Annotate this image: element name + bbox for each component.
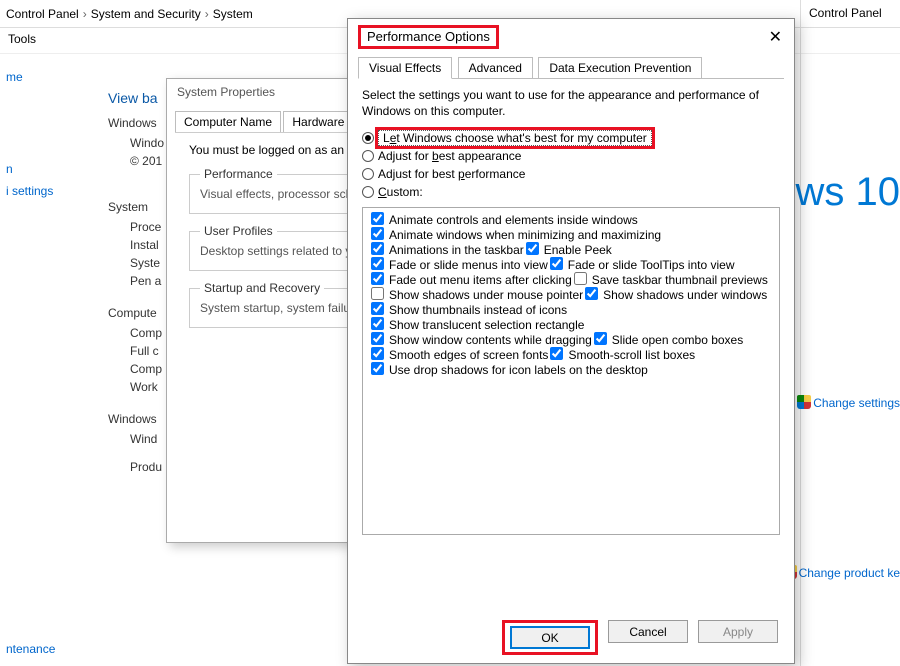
radio-icon (362, 168, 374, 180)
fieldset-legend: Startup and Recovery (200, 281, 324, 295)
option-checkbox[interactable] (550, 347, 563, 360)
option-label: Fade or slide menus into view (389, 258, 548, 272)
chevron-right-icon: › (83, 7, 87, 21)
option-checkbox[interactable] (585, 287, 598, 300)
visual-effects-list[interactable]: Animate controls and elements inside win… (362, 207, 780, 535)
option-label: Save taskbar thumbnail previews (592, 273, 768, 287)
option-checkbox[interactable] (371, 272, 384, 285)
option-checkbox[interactable] (371, 287, 384, 300)
option-label: Fade or slide ToolTips into view (568, 258, 735, 272)
breadcrumb-item[interactable]: System and Security (91, 7, 201, 21)
option-checkbox[interactable] (371, 257, 384, 270)
option-item[interactable]: Show thumbnails instead of icons (369, 302, 567, 318)
fieldset-legend: Performance (200, 167, 277, 181)
option-item[interactable]: Smooth edges of screen fonts (369, 347, 548, 363)
radio-icon (362, 186, 374, 198)
windows10-logo-text: ws 10 (796, 170, 900, 215)
search-label: Control Panel (809, 0, 900, 26)
option-label: Fade out menu items after clicking (389, 273, 572, 287)
option-item[interactable]: Animate windows when minimizing and maxi… (369, 227, 661, 243)
radio-best-appearance[interactable]: Adjust for best appearance (362, 147, 780, 165)
footer-link[interactable]: ntenance (6, 642, 55, 656)
change-product-key-link[interactable]: Change product ke (783, 565, 900, 580)
dialog-title: Performance Options (358, 25, 499, 49)
option-item[interactable]: Animate controls and elements inside win… (369, 212, 638, 228)
option-item[interactable]: Show window contents while dragging (369, 332, 592, 348)
option-item[interactable]: Fade out menu items after clicking (369, 272, 572, 288)
option-item[interactable]: Enable Peek (524, 242, 612, 258)
cancel-button[interactable]: Cancel (608, 620, 688, 643)
tab-dep[interactable]: Data Execution Prevention (538, 57, 702, 79)
option-label: Smooth-scroll list boxes (568, 348, 695, 362)
tab-hardware[interactable]: Hardware (283, 111, 353, 132)
option-checkbox[interactable] (371, 362, 384, 375)
dialog-button-row: OK Cancel Apply (348, 620, 794, 655)
radio-icon (362, 132, 374, 144)
option-label: Smooth edges of screen fonts (389, 348, 548, 362)
option-checkbox[interactable] (371, 212, 384, 225)
ok-button-highlight: OK (502, 620, 598, 655)
menu-tools[interactable]: Tools (8, 32, 36, 46)
option-checkbox[interactable] (371, 227, 384, 240)
option-label: Animations in the taskbar (389, 243, 524, 257)
breadcrumb-item[interactable]: System (213, 7, 253, 21)
option-label: Slide open combo boxes (612, 333, 743, 347)
option-label: Enable Peek (544, 243, 612, 257)
option-label: Use drop shadows for icon labels on the … (389, 363, 648, 377)
close-icon[interactable]: ✕ (763, 27, 788, 47)
chevron-right-icon: › (205, 7, 209, 21)
option-checkbox[interactable] (371, 242, 384, 255)
option-item[interactable]: Fade or slide menus into view (369, 257, 548, 273)
tab-bar: Visual Effects Advanced Data Execution P… (358, 57, 784, 79)
tab-advanced[interactable]: Advanced (458, 57, 533, 79)
option-item[interactable]: Fade or slide ToolTips into view (548, 257, 735, 273)
option-checkbox[interactable] (594, 332, 607, 345)
option-label: Show shadows under windows (603, 288, 767, 302)
cp-sidebar: me n i settings (0, 56, 100, 202)
ok-button[interactable]: OK (510, 626, 590, 649)
option-item[interactable]: Show shadows under mouse pointer (369, 287, 583, 303)
radio-best-performance[interactable]: Adjust for best performance (362, 165, 780, 183)
option-label: Show thumbnails instead of icons (389, 303, 567, 317)
option-checkbox[interactable] (526, 242, 539, 255)
option-checkbox[interactable] (574, 272, 587, 285)
option-checkbox[interactable] (371, 347, 384, 360)
option-checkbox[interactable] (371, 317, 384, 330)
option-label: Show window contents while dragging (389, 333, 592, 347)
option-checkbox[interactable] (371, 302, 384, 315)
breadcrumb-item[interactable]: Control Panel (6, 7, 79, 21)
option-label: Animate controls and elements inside win… (389, 213, 638, 227)
option-item[interactable]: Smooth-scroll list boxes (548, 347, 695, 363)
option-checkbox[interactable] (371, 332, 384, 345)
shield-icon (797, 395, 811, 409)
option-checkbox[interactable] (550, 257, 563, 270)
sidebar-link[interactable]: me (6, 70, 23, 84)
option-label: Show shadows under mouse pointer (389, 288, 583, 302)
radio-custom[interactable]: Custom: (362, 183, 780, 201)
change-settings-link[interactable]: Change settings (797, 395, 900, 410)
option-item[interactable]: Slide open combo boxes (592, 332, 743, 348)
option-item[interactable]: Animations in the taskbar (369, 242, 524, 258)
apply-button[interactable]: Apply (698, 620, 778, 643)
tab-visual-effects[interactable]: Visual Effects (358, 57, 452, 79)
fieldset-legend: User Profiles (200, 224, 277, 238)
option-item[interactable]: Use drop shadows for icon labels on the … (369, 362, 648, 378)
radio-let-windows-choose[interactable]: Let Windows choose what's best for my co… (362, 129, 780, 147)
performance-options-dialog: Performance Options ✕ Visual Effects Adv… (347, 18, 795, 664)
option-label: Show translucent selection rectangle (389, 318, 584, 332)
option-item[interactable]: Show translucent selection rectangle (369, 317, 584, 333)
radio-icon (362, 150, 374, 162)
sidebar-link[interactable]: n (6, 162, 13, 176)
sidebar-link[interactable]: i settings (6, 184, 53, 198)
option-item[interactable]: Show shadows under windows (583, 287, 767, 303)
description-text: Select the settings you want to use for … (362, 87, 780, 119)
option-item[interactable]: Save taskbar thumbnail previews (572, 272, 768, 288)
tab-computer-name[interactable]: Computer Name (175, 111, 281, 132)
option-label: Animate windows when minimizing and maxi… (389, 228, 661, 242)
